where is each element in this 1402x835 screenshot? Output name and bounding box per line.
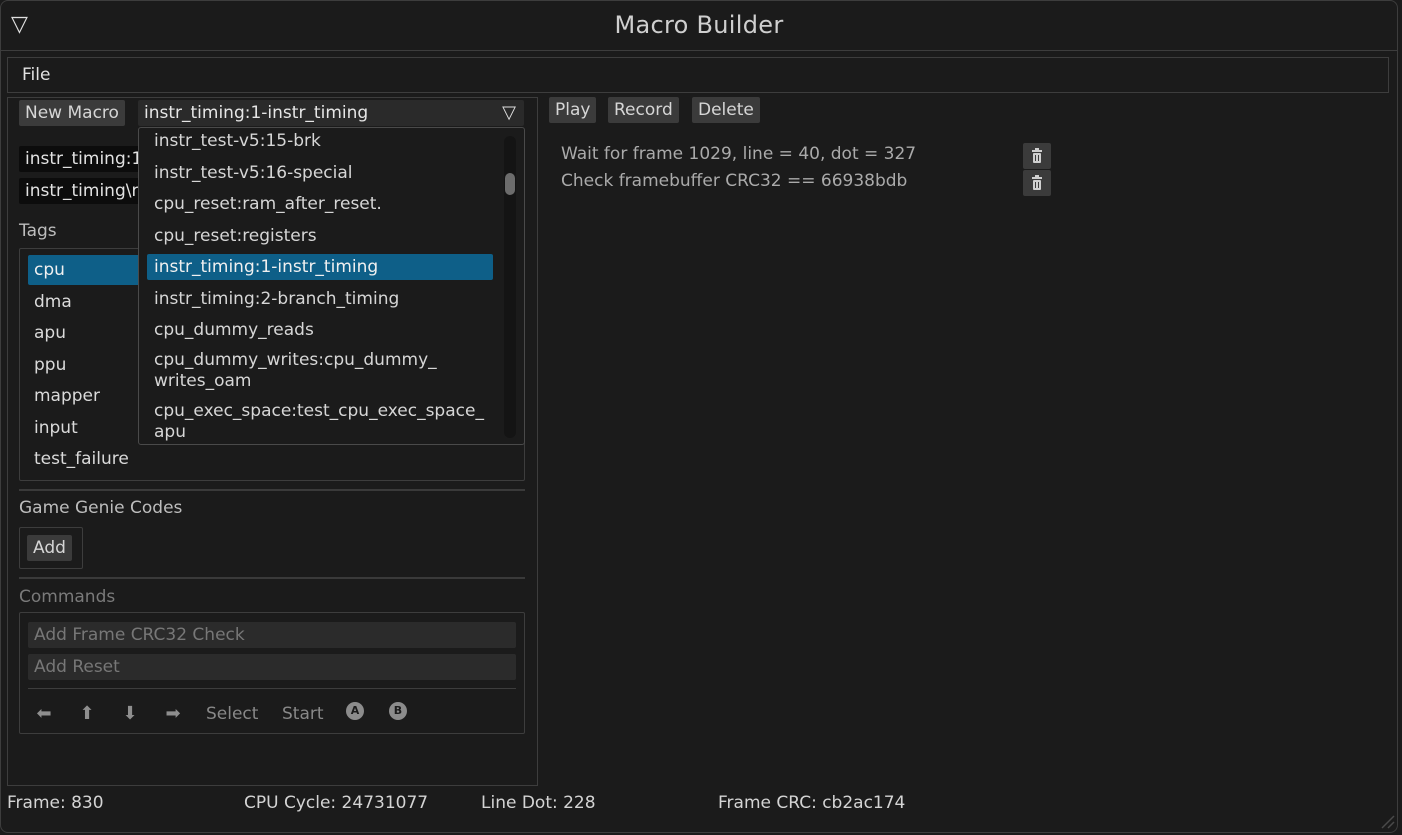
add-frame-crc32-check-button[interactable]: Add Frame CRC32 Check	[28, 622, 516, 648]
commands-label: Commands	[19, 587, 116, 607]
pad-start-button[interactable]: Start	[282, 700, 324, 728]
collapse-triangle-icon[interactable]: ▽	[11, 11, 35, 39]
tag-item[interactable]: test_failure	[28, 444, 498, 474]
combo-arrow-icon[interactable]: ▽	[498, 100, 520, 126]
pad-up-arrow-icon[interactable]: ⬆	[75, 700, 99, 728]
pad-a-button-icon[interactable]: A	[346, 702, 364, 720]
macro-select-combo[interactable]: instr_timing:1-instr_timing	[138, 100, 524, 126]
game-genie-add-button[interactable]: Add	[27, 535, 72, 561]
pad-down-arrow-icon[interactable]: ⬇	[118, 700, 142, 728]
section-divider	[19, 577, 525, 579]
dropdown-item[interactable]: cpu_reset:registers	[147, 226, 493, 247]
dropdown-item[interactable]: cpu_dummy_reads	[147, 320, 493, 341]
menu-file[interactable]: File	[22, 58, 50, 92]
status-cpu-cycle: CPU Cycle: 24731077	[244, 793, 429, 813]
titlebar-divider	[1, 50, 1397, 51]
record-button[interactable]: Record	[608, 97, 679, 123]
macro-step: Check framebuffer CRC32 == 66938bdb	[561, 171, 908, 191]
status-line-dot: Line Dot: 228	[481, 793, 596, 813]
dropdown-item[interactable]: cpu_reset:ram_after_reset.	[147, 194, 493, 215]
dropdown-item[interactable]: instr_timing:2-branch_timing	[147, 289, 493, 310]
dropdown-scrollbar-thumb[interactable]	[505, 173, 515, 195]
delete-button[interactable]: Delete	[692, 97, 760, 123]
tags-label: Tags	[19, 221, 57, 241]
delete-step-trash-icon[interactable]	[1023, 170, 1051, 196]
add-reset-button[interactable]: Add Reset	[28, 654, 516, 680]
status-frame-crc: Frame CRC: cb2ac174	[718, 793, 906, 813]
dropdown-item[interactable]: instr_test-v5:15-brk	[147, 131, 493, 152]
menu-bar: File	[7, 57, 1389, 93]
macro-step: Wait for frame 1029, line = 40, dot = 32…	[561, 144, 917, 164]
pad-select-button[interactable]: Select	[206, 700, 258, 728]
macro-dropdown-list: instr_test-v5:15-brk instr_test-v5:16-sp…	[138, 127, 525, 445]
status-frame: Frame: 830	[7, 793, 104, 813]
game-genie-add-frame: Add	[19, 527, 83, 569]
delete-step-trash-icon[interactable]	[1023, 143, 1051, 169]
new-macro-button[interactable]: New Macro	[19, 100, 125, 126]
section-divider	[19, 489, 525, 491]
commands-panel: Add Frame CRC32 Check Add Reset ⬅ ⬆ ⬇ ➡ …	[19, 612, 525, 734]
commands-divider	[28, 688, 516, 689]
game-genie-label: Game Genie Codes	[19, 498, 183, 518]
dropdown-item[interactable]: instr_test-v5:16-special	[147, 163, 493, 184]
dropdown-item[interactable]: cpu_exec_space:test_cpu_exec_space_ apu	[147, 401, 493, 443]
window-title: Macro Builder	[614, 11, 784, 39]
dropdown-item-selected[interactable]: instr_timing:1-instr_timing	[147, 254, 493, 280]
play-button[interactable]: Play	[549, 97, 597, 123]
dropdown-item[interactable]: cpu_dummy_writes:cpu_dummy_ writes_oam	[147, 350, 493, 392]
pad-left-arrow-icon[interactable]: ⬅	[32, 700, 56, 728]
resize-grip-icon[interactable]	[1378, 812, 1396, 830]
pad-b-button-icon[interactable]: B	[389, 702, 407, 720]
pad-right-arrow-icon[interactable]: ➡	[161, 700, 185, 728]
